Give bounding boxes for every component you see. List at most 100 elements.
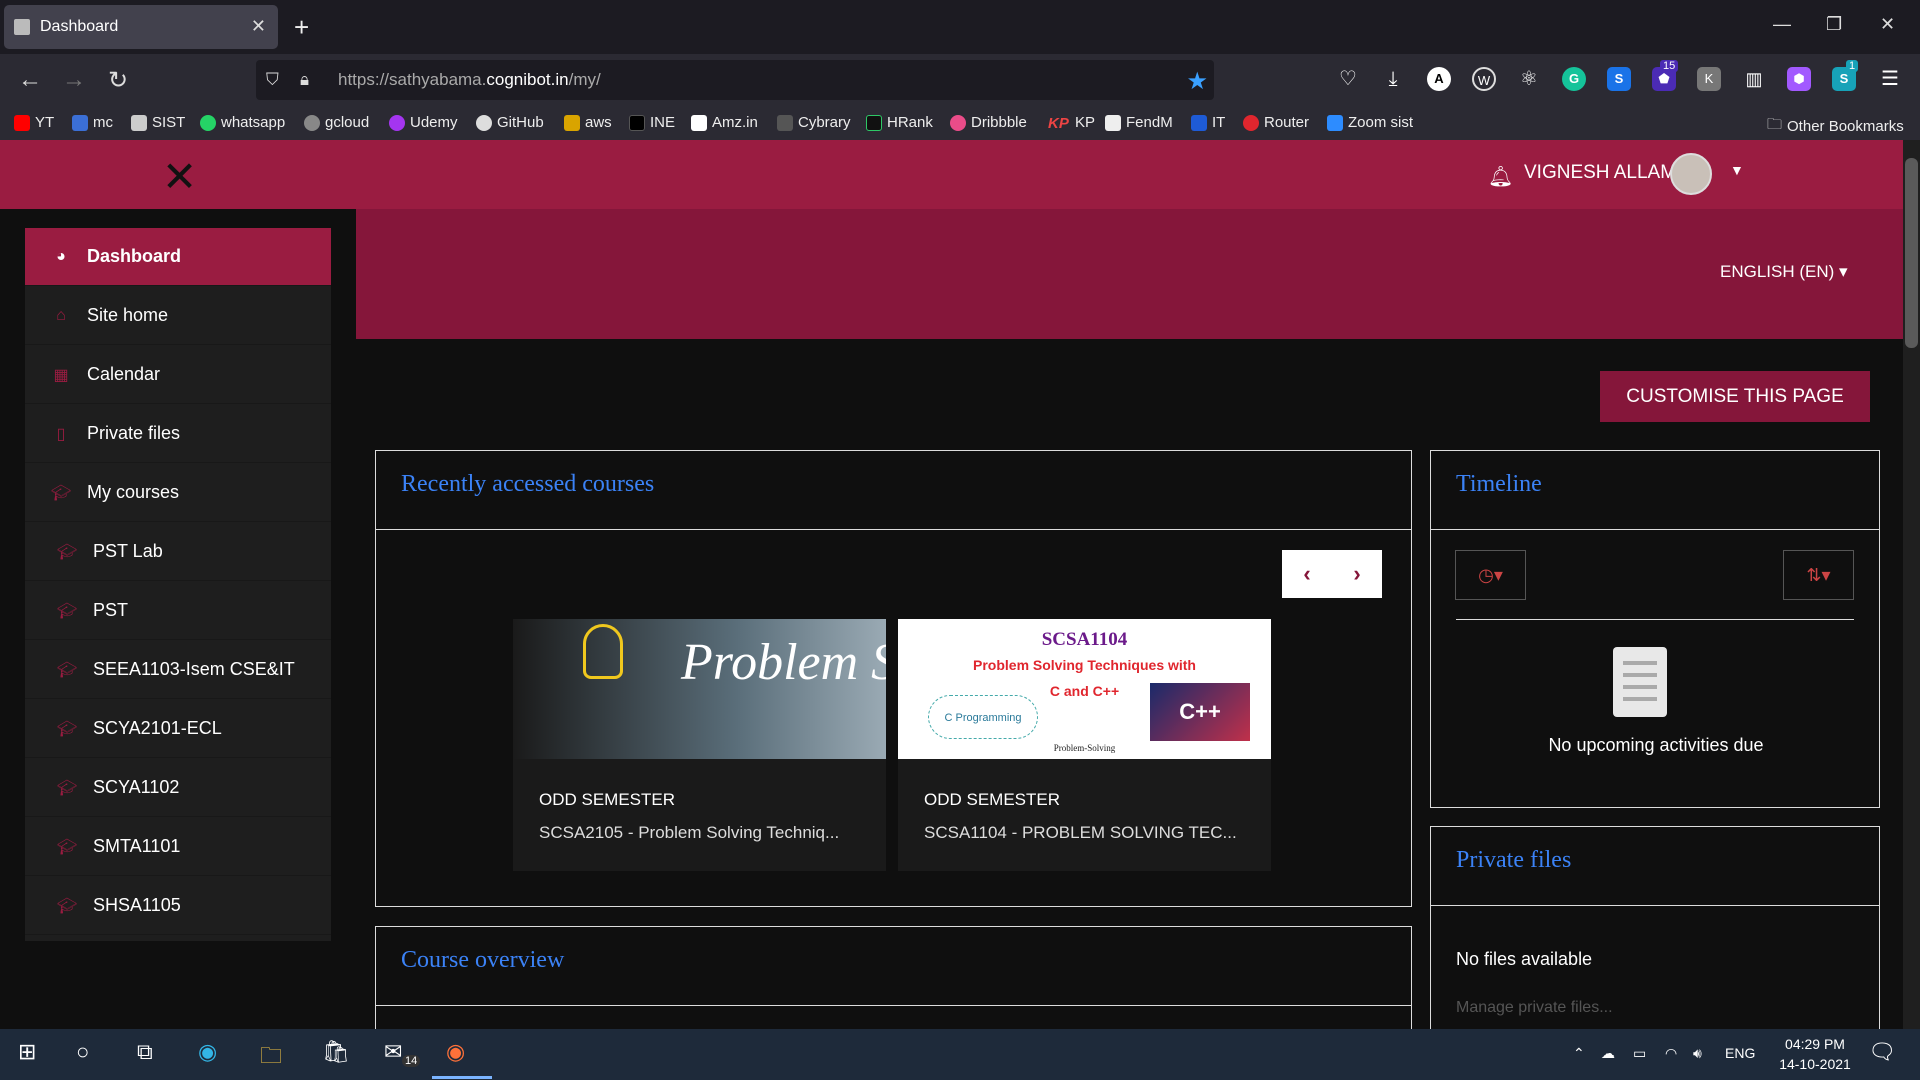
sidebar-item-my-courses[interactable]: 🎓︎ My courses xyxy=(25,464,331,522)
bookmark-sist[interactable]: SIST xyxy=(131,114,185,131)
sidebar-item-shsa1105[interactable]: 🎓︎ SHSA1105 xyxy=(25,877,331,935)
sidebar-item-site-home[interactable]: ⌂ Site home xyxy=(25,287,331,345)
language-indicator[interactable]: ENG xyxy=(1725,1045,1755,1061)
bookmark-cybrary[interactable]: Cybrary xyxy=(777,114,851,131)
customise-page-button[interactable]: CUSTOMISE THIS PAGE xyxy=(1600,371,1870,422)
bookmark-whatsapp[interactable]: whatsapp xyxy=(200,114,285,131)
manage-files-link[interactable]: Manage private files... xyxy=(1456,999,1613,1017)
firefox-icon[interactable]: ◉ xyxy=(446,1039,465,1065)
course-name[interactable]: SCSA2105 - Problem Solving Techniq... xyxy=(539,823,839,843)
aws-icon xyxy=(564,114,580,131)
menu-icon[interactable]: ☰ xyxy=(1878,67,1902,91)
bookmark-zoom-sist[interactable]: Zoom sist xyxy=(1327,114,1413,131)
block-divider xyxy=(1431,529,1879,530)
grammarly-icon[interactable]: G xyxy=(1562,67,1586,91)
pocket-icon[interactable]: ♡ xyxy=(1336,67,1360,91)
bookmark-yt[interactable]: YT xyxy=(14,114,54,131)
reload-icon[interactable]: ↻ xyxy=(108,66,128,95)
bookmark-router[interactable]: Router xyxy=(1243,114,1309,131)
close-window-icon[interactable]: ✕ xyxy=(1880,14,1895,35)
file-explorer-icon[interactable]: 🗀 xyxy=(260,1039,282,1077)
extension-badge-count: 15 xyxy=(1660,60,1679,72)
url-text[interactable]: https://sathyabama.cognibot.in/my/ xyxy=(338,70,601,90)
extension-hex-icon[interactable]: ⬢ xyxy=(1787,67,1811,91)
minimize-icon[interactable]: — xyxy=(1773,14,1791,35)
extension-s-icon[interactable]: S xyxy=(1607,67,1631,91)
wifi-icon[interactable]: ◠ xyxy=(1665,1045,1677,1062)
back-icon[interactable]: ← xyxy=(18,66,42,94)
sidebar-item-scya1102[interactable]: 🎓︎ SCYA1102 xyxy=(25,759,331,817)
bookmark-dribbble[interactable]: Dribbble xyxy=(950,114,1027,131)
course-image[interactable]: SCSA1104 Problem Solving Techniques with… xyxy=(898,619,1271,759)
clock-time: 04:29 PM xyxy=(1785,1036,1845,1052)
mail-icon[interactable]: ✉ xyxy=(384,1039,402,1065)
bookmark-fendm[interactable]: FendM xyxy=(1105,114,1173,131)
lock-icon[interactable]: 🔒︎ xyxy=(300,70,322,90)
bookmark-amzin[interactable]: Amz.in xyxy=(691,114,758,131)
search-icon[interactable]: ○ xyxy=(76,1039,89,1065)
react-devtools-icon[interactable]: ⚛ xyxy=(1517,67,1541,91)
volume-icon[interactable]: 🔊︎ xyxy=(1693,1045,1702,1062)
restore-icon[interactable]: ❐ xyxy=(1826,14,1842,35)
sidebar-item-smta1101[interactable]: 🎓︎ SMTA1101 xyxy=(25,818,331,876)
scrollbar-thumb[interactable] xyxy=(1905,158,1918,348)
bookmark-udemy[interactable]: Udemy xyxy=(389,114,458,131)
graduation-cap-icon: 🎓︎ xyxy=(57,897,78,915)
extension-a-icon[interactable]: A xyxy=(1427,67,1451,91)
bookmark-aws[interactable]: aws xyxy=(564,114,612,131)
sidebar-item-private-files[interactable]: ▯ Private files xyxy=(25,405,331,463)
sidebar-item-scya2101[interactable]: 🎓︎ SCYA2101-ECL xyxy=(25,700,331,758)
bookmark-kp[interactable]: KP KP xyxy=(1048,114,1095,132)
course-image[interactable]: Problem Solving xyxy=(513,619,886,759)
windows-start-icon[interactable]: ⊞ xyxy=(18,1039,36,1065)
sidebar-item-pst[interactable]: 🎓︎ PST xyxy=(25,582,331,640)
next-arrow-icon[interactable]: › xyxy=(1332,550,1382,598)
prev-arrow-icon[interactable]: ‹ xyxy=(1282,550,1332,598)
cybrary-icon xyxy=(777,114,793,131)
close-tab-icon[interactable]: ✕ xyxy=(251,16,266,37)
course-card[interactable]: Problem Solving ODD SEMESTER SCSA2105 - … xyxy=(513,619,886,871)
bookmark-mc[interactable]: mc xyxy=(72,114,113,131)
bookmark-github[interactable]: GitHub xyxy=(476,114,544,131)
notifications-icon[interactable]: 🗨︎ xyxy=(1868,1039,1896,1065)
barcode-icon[interactable]: ▥ xyxy=(1742,67,1766,91)
language-selector[interactable]: ENGLISH (EN) ▾ xyxy=(1720,262,1848,282)
other-bookmarks[interactable]: 🗀 Other Bookmarks xyxy=(1767,114,1904,139)
new-tab-button[interactable]: + xyxy=(294,12,309,43)
clock-date: 14-10-2021 xyxy=(1779,1056,1851,1072)
battery-icon[interactable]: ▭ xyxy=(1633,1045,1646,1062)
course-name[interactable]: SCSA1104 - PROBLEM SOLVING TEC... xyxy=(924,823,1237,843)
sidebar-item-seea1103[interactable]: 🎓︎ SEEA1103-Isem CSE&IT xyxy=(25,641,331,699)
user-name[interactable]: VIGNESH ALLAM xyxy=(1524,162,1676,184)
close-drawer-icon[interactable]: ✕ xyxy=(162,152,197,201)
download-icon[interactable]: ⤓ xyxy=(1381,67,1405,91)
avatar[interactable] xyxy=(1670,153,1712,195)
extension-k-icon[interactable]: K xyxy=(1697,67,1721,91)
clock[interactable]: 04:29 PM 14-10-2021 xyxy=(1776,1036,1854,1072)
page-scrollbar[interactable] xyxy=(1903,140,1920,1029)
bookmark-hrank[interactable]: HRank xyxy=(866,114,933,131)
shield-icon[interactable]: ⛉ xyxy=(266,70,288,90)
bookmark-ine[interactable]: INE xyxy=(629,114,675,131)
store-icon[interactable]: 🛍︎ xyxy=(322,1039,350,1065)
tray-chevron-icon[interactable]: ⌃ xyxy=(1573,1045,1585,1062)
timeline-filter-button[interactable]: ◷ ▾ xyxy=(1455,550,1526,600)
sidebar-item-pst-lab[interactable]: 🎓︎ PST Lab xyxy=(25,523,331,581)
bell-icon[interactable]: 🔔︎ xyxy=(1488,164,1513,189)
home-icon: ⌂ xyxy=(56,306,66,324)
bookmark-gcloud[interactable]: gcloud xyxy=(304,114,369,131)
tab-dashboard[interactable]: Dashboard ✕ xyxy=(4,5,278,49)
bookmark-star-icon[interactable]: ★ xyxy=(1186,67,1208,96)
bookmark-it[interactable]: IT xyxy=(1191,114,1225,131)
timeline-sort-button[interactable]: ⇅ ▾ xyxy=(1783,550,1854,600)
edge-icon[interactable]: ◉ xyxy=(198,1039,217,1065)
user-menu-caret-icon[interactable]: ▼ xyxy=(1730,162,1744,178)
task-view-icon[interactable]: ⧉ xyxy=(137,1039,153,1065)
url-bar[interactable]: ⛉ 🔒︎ https://sathyabama.cognibot.in/my/ … xyxy=(256,60,1214,100)
onedrive-icon[interactable]: ☁ xyxy=(1601,1045,1615,1062)
sidebar-item-dashboard[interactable]: ◕ Dashboard xyxy=(25,228,331,286)
forward-icon[interactable]: → xyxy=(62,66,86,94)
sidebar-item-calendar[interactable]: ▦ Calendar xyxy=(25,346,331,404)
extension-w-icon[interactable]: W xyxy=(1472,67,1496,91)
course-card[interactable]: SCSA1104 Problem Solving Techniques with… xyxy=(898,619,1271,871)
